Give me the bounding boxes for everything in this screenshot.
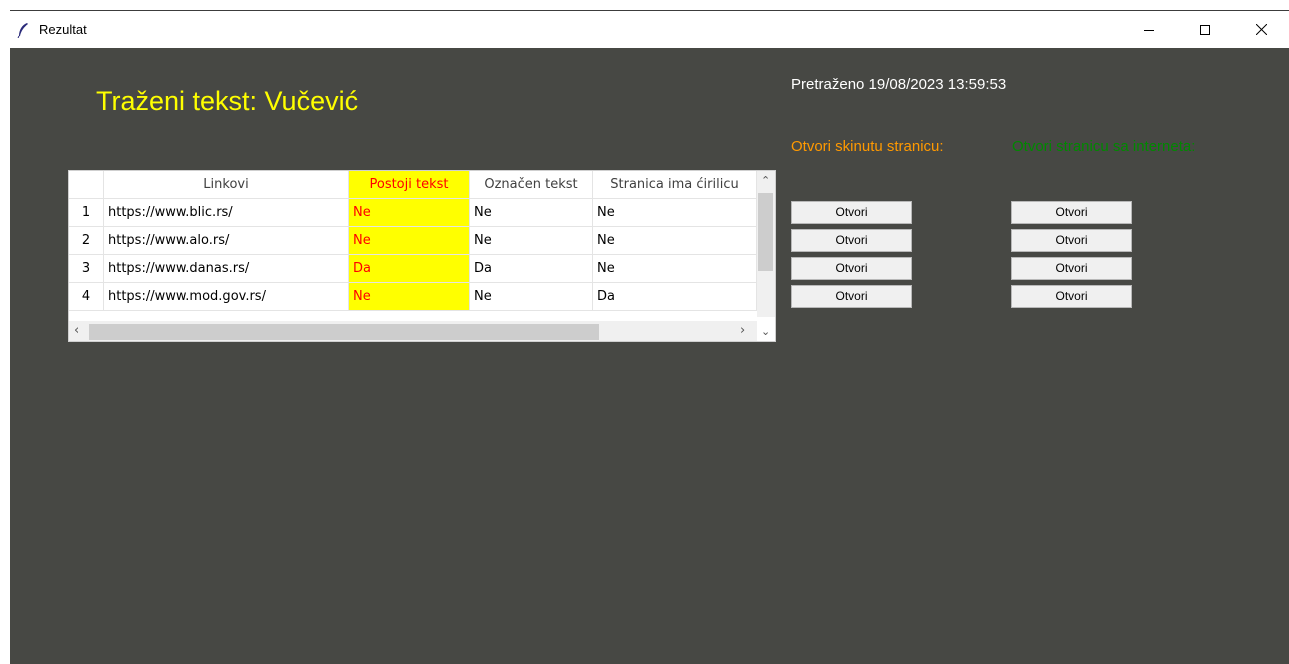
maximize-button[interactable] [1177, 11, 1233, 48]
minimize-icon [1144, 29, 1154, 31]
row-number: 2 [69, 227, 104, 255]
text-exists-cell[interactable]: Ne [349, 227, 470, 255]
marked-text-cell[interactable]: Ne [470, 283, 593, 311]
feather-icon [17, 22, 28, 38]
open-internet-label: Otvori stranicu sa interneta: [1012, 138, 1196, 155]
scroll-up-icon[interactable]: ⌃ [761, 174, 770, 188]
marked-text-cell[interactable]: Ne [470, 227, 593, 255]
open-downloaded-button-4[interactable]: Otvori [791, 285, 912, 308]
text-exists-cell[interactable]: Da [349, 255, 470, 283]
result-window-body: Traženi tekst: Vučević Pretraženo 19/08/… [10, 48, 1289, 664]
vertical-scrollbar-thumb[interactable] [758, 193, 773, 271]
column-header-marked-text[interactable]: Označen tekst [470, 171, 593, 199]
scroll-right-icon[interactable]: › [740, 324, 745, 338]
scroll-down-icon[interactable]: ⌄ [761, 325, 770, 339]
cyrillic-cell[interactable]: Ne [593, 255, 757, 283]
cyrillic-cell[interactable]: Da [593, 283, 757, 311]
open-internet-button-1[interactable]: Otvori [1011, 201, 1132, 224]
column-header-text-exists[interactable]: Postoji tekst [349, 171, 470, 199]
marked-text-cell[interactable]: Da [470, 255, 593, 283]
scroll-left-icon[interactable]: ‹ [74, 324, 79, 338]
open-internet-button-2[interactable]: Otvori [1011, 229, 1132, 252]
open-downloaded-button-1[interactable]: Otvori [791, 201, 912, 224]
title-bar[interactable]: Rezultat [10, 11, 1289, 48]
link-cell[interactable]: https://www.blic.rs/ [104, 199, 349, 227]
open-internet-button-3[interactable]: Otvori [1011, 257, 1132, 280]
link-cell[interactable]: https://www.danas.rs/ [104, 255, 349, 283]
marked-text-cell[interactable]: Ne [470, 199, 593, 227]
row-number: 4 [69, 283, 104, 311]
results-table[interactable]: Linkovi Postoji tekst Označen tekst Stra… [68, 170, 776, 342]
link-cell[interactable]: https://www.alo.rs/ [104, 227, 349, 255]
open-internet-button-4[interactable]: Otvori [1011, 285, 1132, 308]
column-header-cyrillic[interactable]: Stranica ima ćirilicu [593, 171, 757, 199]
column-header-links[interactable]: Linkovi [104, 171, 349, 199]
row-number: 3 [69, 255, 104, 283]
text-exists-cell[interactable]: Ne [349, 199, 470, 227]
cyrillic-cell[interactable]: Ne [593, 199, 757, 227]
open-downloaded-button-3[interactable]: Otvori [791, 257, 912, 280]
open-downloaded-button-2[interactable]: Otvori [791, 229, 912, 252]
minimize-button[interactable] [1121, 11, 1177, 48]
cyrillic-cell[interactable]: Ne [593, 227, 757, 255]
searched-timestamp: Pretraženo 19/08/2023 13:59:53 [791, 76, 1007, 93]
row-number: 1 [69, 199, 104, 227]
searched-text-heading: Traženi tekst: Vučević [96, 86, 359, 116]
link-cell[interactable]: https://www.mod.gov.rs/ [104, 283, 349, 311]
row-header-corner [69, 171, 104, 199]
window-title: Rezultat [39, 22, 87, 37]
close-button[interactable] [1233, 11, 1289, 48]
maximize-icon [1200, 24, 1210, 35]
text-exists-cell[interactable]: Ne [349, 283, 470, 311]
close-icon [1255, 24, 1267, 35]
open-downloaded-label: Otvori skinutu stranicu: [791, 138, 944, 155]
horizontal-scrollbar-thumb[interactable] [89, 324, 599, 340]
